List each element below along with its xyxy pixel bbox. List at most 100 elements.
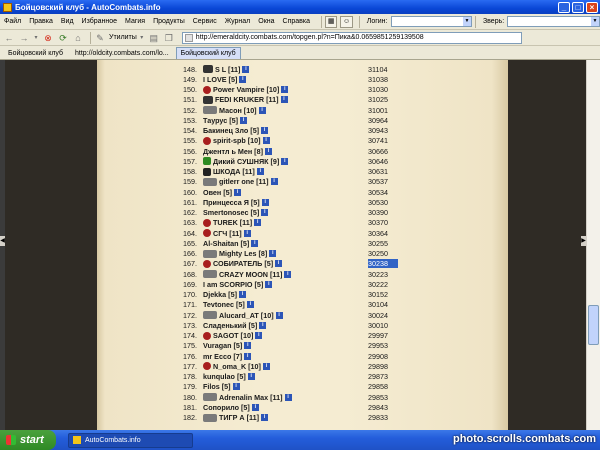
player-info-icon[interactable]: i [261,198,269,206]
player-nick[interactable]: Масон [10] [219,106,257,115]
player-info-icon[interactable]: i [243,229,251,237]
forward-icon[interactable]: → [18,32,30,44]
player-info-icon[interactable]: i [251,239,259,247]
player-nick[interactable]: Таурус [5] [203,116,238,125]
player-nick[interactable]: I am SCORPIO [5] [203,280,263,289]
player-nick[interactable]: Mighty Les [8] [219,249,267,258]
smiley-icon[interactable]: ☺ [340,15,353,28]
player-info-icon[interactable]: i [244,342,252,350]
player-info-icon[interactable]: i [259,321,267,329]
minimize-button[interactable]: _ [558,1,570,13]
menu-windows[interactable]: Окна [258,18,274,25]
menu-help[interactable]: Справка [283,18,310,25]
player-nick[interactable]: Овен [5] [203,188,232,197]
address-text[interactable]: http://emeraldcity.combats.com/topgen.pl… [196,34,424,41]
refresh-icon[interactable]: ⟳ [57,32,69,44]
player-info-icon[interactable]: i [258,106,266,114]
player-nick[interactable]: TUREK [11] [213,218,252,227]
player-nick[interactable]: gitlerr one [11] [219,177,269,186]
clan-emblem-icon[interactable] [203,65,213,74]
menu-magic[interactable]: Магия [125,18,145,25]
clan-emblem-icon[interactable] [203,157,211,166]
player-nick[interactable]: Сопорило [5] [203,403,250,412]
tab-fight-club-active[interactable]: Бойцовский клуб [175,47,241,59]
player-info-icon[interactable]: i [280,96,288,104]
player-info-icon[interactable]: i [232,383,240,391]
player-nick[interactable]: S L [11] [215,65,240,74]
menu-journal[interactable]: Журнал [225,18,251,25]
new-window-icon[interactable]: ❐ [163,32,175,44]
clan-emblem-icon[interactable] [203,413,217,422]
taskbar-window-button[interactable]: AutoCombats.info [68,432,193,448]
player-info-icon[interactable]: i [269,250,277,258]
player-info-icon[interactable]: i [275,311,283,319]
player-nick[interactable]: Джентл ь Мен [8] [203,147,263,156]
home-icon[interactable]: ⌂ [72,32,84,44]
menu-service[interactable]: Сервис [193,18,217,25]
menu-products[interactable]: Продукты [153,18,185,25]
start-button[interactable]: start [0,430,56,450]
player-info-icon[interactable]: i [242,65,250,73]
player-nick[interactable]: Vuragan [5] [203,341,242,350]
player-info-icon[interactable]: i [254,219,262,227]
player-nick[interactable]: mr Ecco [7] [203,352,242,361]
player-info-icon[interactable]: i [238,291,246,299]
clan-emblem-icon[interactable] [203,249,217,258]
player-nick[interactable]: Djekka [5] [203,290,237,299]
player-info-icon[interactable]: i [256,168,264,176]
clan-emblem-icon[interactable] [203,259,211,268]
player-nick[interactable]: Дикий СУШНЯК [9] [213,157,279,166]
clan-emblem-icon[interactable] [203,136,211,145]
utilities-menu[interactable]: Утилиты [109,34,137,41]
player-nick[interactable]: Принцесса Я [5] [203,198,260,207]
player-nick[interactable]: ШКОДА [11] [213,167,255,176]
player-info-icon[interactable]: i [264,147,272,155]
clan-emblem-icon[interactable] [203,85,211,94]
menu-edit[interactable]: Правка [29,18,53,25]
clan-emblem-icon[interactable] [203,218,211,227]
player-info-icon[interactable]: i [275,260,283,268]
player-nick[interactable]: Smertonosec [5] [203,208,259,217]
player-nick[interactable]: N_oma_K [10] [213,362,261,371]
player-info-icon[interactable]: i [281,157,289,165]
clan-emblem-icon[interactable] [203,177,217,186]
clan-emblem-icon[interactable] [203,95,213,104]
calculator-icon[interactable]: ▦ [324,15,338,28]
back-icon[interactable]: ← [3,32,15,44]
clan-emblem-icon[interactable] [203,106,217,115]
player-nick[interactable]: I LOVE [5] [203,75,237,84]
player-info-icon[interactable]: i [251,403,259,411]
player-info-icon[interactable]: i [284,270,292,278]
close-button[interactable]: × [586,1,598,13]
player-info-icon[interactable]: i [234,188,242,196]
player-nick[interactable]: SAGOT [10] [213,331,253,340]
player-nick[interactable]: ТИГР А [11] [219,413,259,422]
beast-combo[interactable]: ▼ [507,16,600,27]
player-nick[interactable]: spirit-spb [10] [213,136,261,145]
tools-icon[interactable]: ✎ [94,32,106,44]
dropdown-icon[interactable]: ▾ [33,32,39,44]
player-nick[interactable]: Al-Shaitan [5] [203,239,249,248]
menu-favorites[interactable]: Избранное [82,18,117,25]
clan-emblem-icon[interactable] [203,331,211,340]
clan-emblem-icon[interactable] [203,270,217,279]
player-info-icon[interactable]: i [246,301,254,309]
clan-emblem-icon[interactable] [203,167,211,176]
player-info-icon[interactable]: i [262,137,270,145]
player-info-icon[interactable]: i [262,362,270,370]
tab-oldcity[interactable]: http://oldcity.combats.com/lo... [70,47,174,59]
player-info-icon[interactable]: i [255,332,263,340]
player-nick[interactable]: CRAZY MOON [11] [219,270,282,279]
player-nick[interactable]: Alucard_AT [10] [219,311,274,320]
clan-emblem-icon[interactable] [203,393,217,402]
clan-emblem-icon[interactable] [203,229,211,238]
player-nick[interactable]: FEDI KRUKER [11] [215,95,279,104]
player-nick[interactable]: СОБИРАТЕЛЬ [5] [213,259,273,268]
player-nick[interactable]: Power Vampire [10] [213,85,279,94]
player-info-icon[interactable]: i [261,209,269,217]
player-info-icon[interactable]: i [284,393,292,401]
player-nick[interactable]: СГЧ [11] [213,229,242,238]
player-info-icon[interactable]: i [261,414,268,422]
login-combo[interactable]: ▼ [390,16,472,27]
clan-emblem-icon[interactable] [203,362,211,371]
